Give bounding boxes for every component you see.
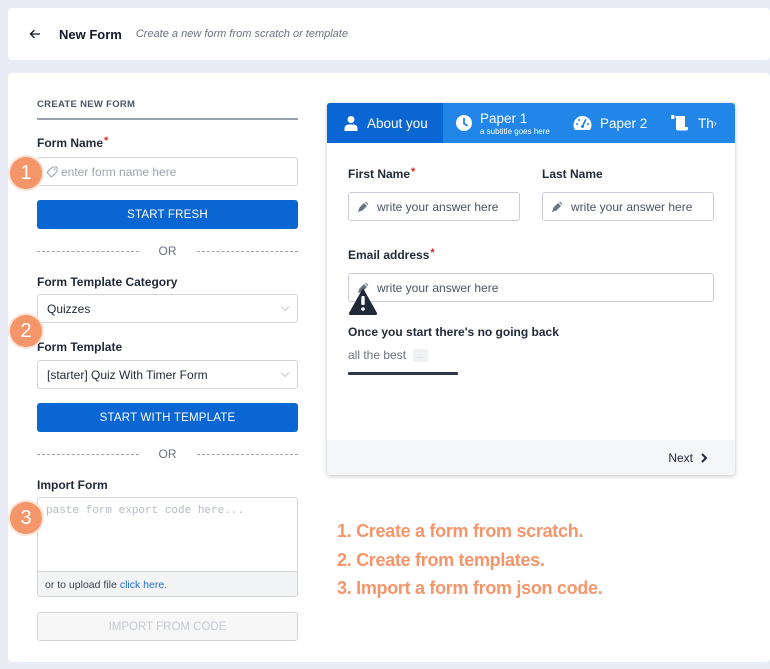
- tag-icon: [46, 166, 58, 178]
- import-from-code-button[interactable]: IMPORT FROM CODE: [37, 612, 298, 641]
- email-label: Email address*: [348, 247, 435, 262]
- chevron-down-icon: [280, 368, 290, 378]
- import-code-box: paste form export code here... or to upl…: [37, 497, 298, 597]
- form-name-input[interactable]: enter form name here: [37, 157, 298, 186]
- or-divider: OR: [37, 447, 298, 461]
- category-select[interactable]: Quizzes: [37, 294, 298, 323]
- step-badge-1: 1: [10, 157, 42, 189]
- instruction-2: 2. Create from templates.: [337, 549, 545, 570]
- gauge-icon: [573, 115, 592, 131]
- step-badge-3: 3: [10, 502, 42, 534]
- user-icon: [343, 115, 359, 131]
- last-name-label: Last Name: [542, 167, 603, 181]
- upload-link[interactable]: click here.: [120, 579, 167, 591]
- instructions: 1. Create a form from scratch. 2. Create…: [337, 517, 603, 603]
- page-header: New Form Create a new form from scratch …: [8, 8, 770, 60]
- tab-subtitle: a subtitle goes here: [480, 127, 550, 136]
- pen-icon: [357, 201, 369, 213]
- warning-subtitle: all the best...: [348, 348, 428, 362]
- title-underline: [348, 372, 458, 375]
- tab-paper-1[interactable]: Paper 1a subtitle goes here: [443, 103, 573, 143]
- upload-text: or to upload file: [45, 579, 117, 591]
- pen-icon: [551, 201, 563, 213]
- category-label: Form Template Category: [37, 275, 178, 289]
- page-subtitle: Create a new form from scratch or templa…: [135, 28, 348, 40]
- clock-icon: [456, 115, 472, 131]
- chevron-right-icon: [700, 452, 708, 463]
- tab-about-you[interactable]: About you: [327, 103, 443, 143]
- category-value: Quizzes: [47, 301, 91, 316]
- start-with-template-button[interactable]: START WITH TEMPLATE: [37, 403, 298, 432]
- ellipsis-placeholder: ...: [413, 348, 428, 362]
- instruction-1: 1. Create a form from scratch.: [337, 521, 584, 541]
- form-name-label: Form Name*: [37, 135, 109, 150]
- import-code-textarea[interactable]: paste form export code here...: [38, 498, 297, 571]
- form-name-placeholder: enter form name here: [61, 164, 177, 179]
- template-select[interactable]: [starter] Quiz With Timer Form: [37, 360, 298, 389]
- section-title: CREATE NEW FORM: [37, 99, 136, 110]
- instruction-3: 3. Import a form from json code.: [337, 578, 603, 598]
- scroll-icon: [671, 115, 690, 131]
- section-divider: [37, 118, 298, 120]
- arrow-left-icon[interactable]: [28, 27, 42, 41]
- main-panel: CREATE NEW FORM Form Name* enter form na…: [8, 73, 770, 662]
- upload-bar: or to upload file click here.: [38, 571, 297, 596]
- required-mark: *: [104, 135, 109, 147]
- warning-title: Once you start there's no going back: [348, 325, 559, 339]
- warning-icon: [348, 288, 378, 315]
- tab-paper-2[interactable]: Paper 2: [573, 103, 671, 143]
- first-name-label: First Name*: [348, 166, 416, 181]
- first-name-input[interactable]: write your answer here: [348, 192, 520, 221]
- template-value: [starter] Quiz With Timer Form: [47, 367, 208, 382]
- import-label: Import Form: [37, 478, 108, 492]
- last-name-input[interactable]: write your answer here: [542, 192, 714, 221]
- preview-tabs: About you Paper 1a subtitle goes here Pa…: [327, 103, 735, 143]
- page-title: New Form: [59, 26, 122, 42]
- email-input[interactable]: write your answer here: [348, 273, 714, 302]
- next-button[interactable]: Next: [668, 451, 708, 465]
- chevron-down-icon: [280, 302, 290, 312]
- template-label: Form Template: [37, 340, 123, 354]
- form-preview: About you Paper 1a subtitle goes here Pa…: [327, 103, 735, 475]
- start-fresh-button[interactable]: START FRESH: [37, 200, 298, 229]
- tab-more[interactable]: Th ›: [671, 103, 717, 143]
- preview-footer: Next: [327, 440, 735, 475]
- or-divider: OR: [37, 244, 298, 258]
- step-badge-2: 2: [10, 315, 42, 347]
